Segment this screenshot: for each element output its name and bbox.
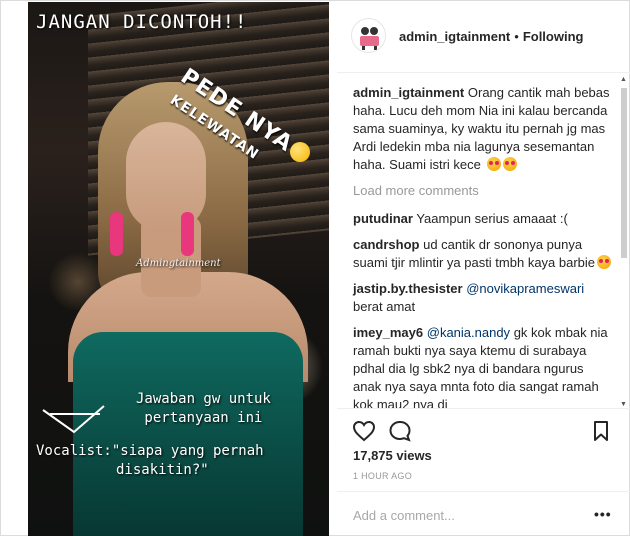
comment-item: imey_may6 @kania.nandy gk kok mbak nia r…	[353, 324, 615, 408]
comment-mention-link[interactable]: @novikaprameswari	[466, 281, 584, 296]
comment-text: Yaampun serius amaaat :(	[416, 211, 568, 226]
post-media-video[interactable]: JANGAN DICONTOH!! PEDE NYA KELEWATAN Adm…	[28, 2, 329, 536]
separator-dot: •	[514, 29, 519, 44]
comment-item: jastip.by.thesister @novikaprameswari be…	[353, 280, 615, 316]
comment-mention-link[interactable]: @kania.nandy	[427, 325, 510, 340]
scribble-icon	[42, 405, 105, 434]
comment-username[interactable]: admin_igtainment	[353, 85, 464, 100]
caption-jawaban-line1: Jawaban gw untuk	[136, 391, 271, 407]
view-count[interactable]: 17,875 views	[353, 448, 432, 463]
comment-item: candrshop ud cantik dr sononya punya sua…	[353, 236, 615, 272]
caption-top: JANGAN DICONTOH!!	[36, 11, 248, 33]
avatar-logo-icon	[360, 27, 379, 50]
header-username-row: admin_igtainment • Following	[399, 29, 583, 44]
comment-username[interactable]: putudinar	[353, 211, 413, 226]
comment-icon[interactable]	[388, 420, 412, 442]
post-frame: JANGAN DICONTOH!! PEDE NYA KELEWATAN Adm…	[0, 0, 630, 536]
action-bar	[337, 408, 630, 450]
bookmark-icon[interactable]	[589, 420, 613, 442]
comment-username[interactable]: imey_may6	[353, 325, 423, 340]
caption-comment: admin_igtainment Orang cantik mah bebas …	[353, 84, 615, 174]
scroll-up-arrow-icon[interactable]: ▲	[620, 76, 627, 83]
caption-jawaban-line2: pertanyaan ini	[144, 410, 263, 426]
caption-vocalist: Vocalist:"siapa yang pernah disakitin?"	[36, 442, 264, 480]
post-header: admin_igtainment • Following	[337, 2, 630, 73]
earring-right	[181, 212, 194, 256]
username-link[interactable]: admin_igtainment	[399, 29, 510, 44]
avatar[interactable]	[351, 18, 386, 53]
heart-icon[interactable]	[352, 420, 376, 442]
add-comment-input[interactable]	[353, 504, 588, 526]
heart-eyes-emoji-icon	[502, 157, 517, 171]
post-timestamp[interactable]: 1 HOUR AGO	[353, 471, 412, 481]
heart-eyes-emoji-icon	[597, 255, 612, 269]
caption-jawaban: Jawaban gw untuk pertanyaan ini	[136, 390, 271, 428]
watermark: Admingtainment	[136, 258, 221, 269]
heart-eyes-emoji-icon	[486, 157, 501, 171]
post-sidebar: admin_igtainment • Following admin_igtainm…	[337, 2, 630, 536]
comment-text: berat amat	[353, 299, 416, 314]
add-comment-section: •••	[337, 491, 630, 536]
comments-list[interactable]: admin_igtainment Orang cantik mah bebas …	[337, 74, 630, 408]
scrollbar-thumb[interactable]	[621, 88, 627, 258]
scroll-down-arrow-icon[interactable]: ▼	[620, 401, 627, 408]
caption-vocalist-line2: disakitin?"	[116, 462, 209, 478]
woman-face	[126, 122, 206, 232]
earring-left	[110, 212, 123, 256]
more-options-icon[interactable]: •••	[594, 506, 612, 522]
laughing-emoji-icon	[290, 142, 310, 162]
comment-username[interactable]: candrshop	[353, 237, 419, 252]
comments-scrollbar[interactable]: ▲ ▼	[620, 74, 628, 408]
load-more-comments-button[interactable]: Load more comments	[353, 182, 615, 200]
comment-item: putudinar Yaampun serius amaaat :(	[353, 210, 615, 228]
following-button[interactable]: Following	[523, 29, 584, 44]
caption-vocalist-line1: Vocalist:"siapa yang pernah	[36, 443, 264, 459]
comment-username[interactable]: jastip.by.thesister	[353, 281, 463, 296]
